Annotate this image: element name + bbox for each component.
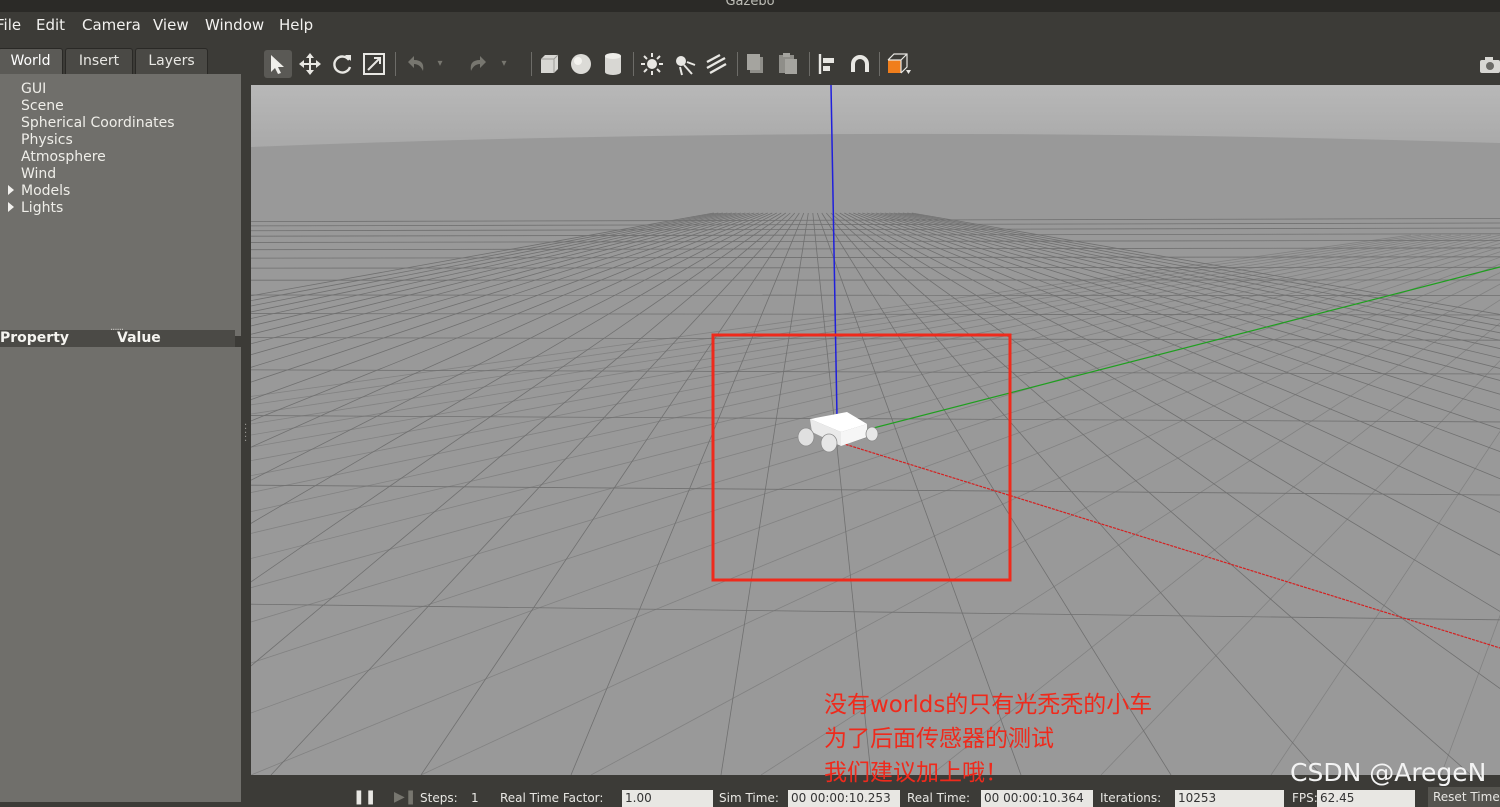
box-icon[interactable] [535, 50, 563, 78]
copy-icon[interactable] [742, 50, 770, 78]
fps-label: FPS: [1292, 791, 1318, 805]
watermark: CSDN @AregeN [1290, 758, 1486, 787]
directional-light-icon[interactable] [702, 50, 730, 78]
pause-icon[interactable]: ❚❚ [353, 789, 376, 805]
paste-icon[interactable] [774, 50, 802, 78]
iterations-value: 10253 [1175, 790, 1284, 807]
property-header: Property Value [0, 330, 235, 347]
tree-item-gui[interactable]: GUI [21, 81, 46, 98]
tree-item-models[interactable]: Models [21, 183, 70, 200]
select-arrow-icon[interactable] [264, 50, 292, 78]
tree-item-lights[interactable]: Lights [21, 200, 63, 217]
tab-insert[interactable]: Insert [65, 48, 133, 74]
annotation-line-2: 为了后面传感器的测试 [824, 722, 1152, 756]
toolbar-separator [633, 52, 634, 76]
window-titlebar: Gazebo [0, 0, 1500, 12]
tree-item-atmosphere[interactable]: Atmosphere [21, 149, 106, 166]
cylinder-icon[interactable] [599, 50, 627, 78]
scale-icon[interactable] [360, 50, 388, 78]
toolbar: ▾ ▾ [251, 42, 1500, 85]
left-panel: World Insert Layers GUI Scene Spherical … [0, 42, 242, 802]
iterations-label: Iterations: [1100, 791, 1161, 805]
steps-label: Steps: [420, 791, 458, 805]
tree-item-spherical-coordinates[interactable]: Spherical Coordinates [21, 115, 175, 132]
redo-icon[interactable] [465, 50, 493, 78]
reset-time-button[interactable]: Reset Time [1428, 787, 1500, 807]
rotate-icon[interactable] [328, 50, 356, 78]
tree-item-scene[interactable]: Scene [21, 98, 64, 115]
rtf-label: Real Time Factor: [500, 791, 603, 805]
toolbar-separator [737, 52, 738, 76]
grip-icon: ····· [244, 424, 247, 444]
expand-arrow-icon[interactable] [8, 202, 14, 212]
real-time-label: Real Time: [907, 791, 970, 805]
steps-value[interactable]: 1 [471, 791, 479, 805]
point-light-icon[interactable] [638, 50, 666, 78]
toolbar-separator [879, 52, 880, 76]
translate-icon[interactable] [296, 50, 324, 78]
world-tree: GUI Scene Spherical Coordinates Physics … [0, 74, 241, 330]
scene-render[interactable] [251, 85, 1500, 775]
vertical-splitter[interactable]: ····· [242, 42, 251, 802]
sphere-icon[interactable] [567, 50, 595, 78]
spot-light-icon[interactable] [670, 50, 698, 78]
undo-dropdown-icon[interactable]: ▾ [433, 50, 447, 78]
tree-item-physics[interactable]: Physics [21, 132, 73, 149]
annotation-line-1: 没有worlds的只有光秃秃的小车 [824, 688, 1152, 722]
tab-layers[interactable]: Layers [135, 48, 208, 74]
menu-view[interactable]: View [153, 16, 189, 34]
snap-icon[interactable] [846, 50, 874, 78]
3d-viewport[interactable] [251, 85, 1500, 775]
menu-file[interactable]: File [0, 16, 21, 34]
change-view-icon[interactable] [884, 50, 912, 78]
rtf-value: 1.00 [622, 790, 713, 807]
tab-world[interactable]: World [0, 48, 63, 74]
property-column-header: Property [0, 330, 69, 347]
step-icon[interactable]: ▶❚ [394, 789, 417, 805]
annotation-text: 没有worlds的只有光秃秃的小车 为了后面传感器的测试 我们建议加上哦！ [824, 688, 1152, 790]
sim-time-label: Sim Time: [719, 791, 779, 805]
window-title: Gazebo [0, 0, 1500, 9]
annotation-line-3: 我们建议加上哦！ [824, 756, 1152, 790]
redo-dropdown-icon[interactable]: ▾ [497, 50, 511, 78]
align-icon[interactable] [814, 50, 842, 78]
menu-window[interactable]: Window [205, 16, 264, 34]
fps-value: 62.45 [1317, 790, 1415, 807]
value-column-header: Value [117, 330, 161, 347]
expand-arrow-icon[interactable] [8, 185, 14, 195]
menu-bar: File Edit Camera View Window Help [0, 12, 1500, 42]
toolbar-separator [531, 52, 532, 76]
tree-item-wind[interactable]: Wind [21, 166, 56, 183]
screenshot-icon[interactable] [1475, 50, 1500, 78]
real-time-value: 00 00:00:10.364 [981, 790, 1093, 807]
menu-camera[interactable]: Camera [82, 16, 141, 34]
sim-time-value: 00 00:00:10.253 [788, 790, 900, 807]
undo-icon[interactable] [401, 50, 429, 78]
property-table [0, 347, 241, 802]
menu-help[interactable]: Help [279, 16, 313, 34]
toolbar-separator [395, 52, 396, 76]
toolbar-separator [809, 52, 810, 76]
menu-edit[interactable]: Edit [36, 16, 65, 34]
